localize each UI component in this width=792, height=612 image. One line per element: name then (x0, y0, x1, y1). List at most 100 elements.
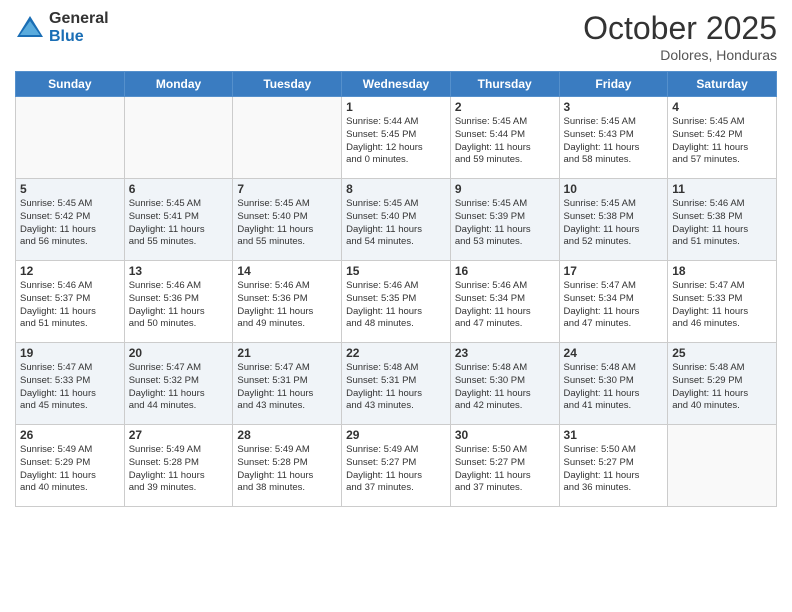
month-title: October 2025 (583, 10, 777, 47)
day-info: Sunrise: 5:46 AMSunset: 5:38 PMDaylight:… (672, 198, 772, 249)
day-number: 18 (672, 264, 772, 278)
title-block: October 2025 Dolores, Honduras (583, 10, 777, 63)
day-info: Sunrise: 5:48 AMSunset: 5:31 PMDaylight:… (346, 362, 446, 413)
day-number: 9 (455, 182, 555, 196)
calendar-day-1: 1 Sunrise: 5:44 AMSunset: 5:45 PMDaylight… (342, 97, 451, 179)
day-info: Sunrise: 5:49 AMSunset: 5:29 PMDaylight:… (20, 444, 120, 495)
calendar-day-29: 29 Sunrise: 5:49 AMSunset: 5:27 PMDayligh… (342, 425, 451, 507)
day-info: Sunrise: 5:49 AMSunset: 5:28 PMDaylight:… (129, 444, 229, 495)
calendar-empty (233, 97, 342, 179)
day-number: 2 (455, 100, 555, 114)
day-number: 23 (455, 346, 555, 360)
calendar-day-20: 20Sunrise: 5:47 AMSunset: 5:32 PMDayligh… (124, 343, 233, 425)
calendar-day-5: 5Sunrise: 5:45 AMSunset: 5:42 PMDaylight… (16, 179, 125, 261)
calendar: SundayMondayTuesdayWednesdayThursdayFrid… (15, 71, 777, 507)
logo-icon (15, 13, 45, 43)
calendar-day-7: 7 Sunrise: 5:45 AMSunset: 5:40 PMDaylight… (233, 179, 342, 261)
day-info: Sunrise: 5:46 AMSunset: 5:36 PMDaylight:… (237, 280, 337, 331)
day-info: Sunrise: 5:47 AMSunset: 5:31 PMDaylight:… (237, 362, 337, 413)
calendar-day-17: 17Sunrise: 5:47 AMSunset: 5:34 PMDayligh… (559, 261, 668, 343)
calendar-week-row: 19Sunrise: 5:47 AMSunset: 5:33 PMDayligh… (16, 343, 777, 425)
calendar-header-thursday: Thursday (450, 72, 559, 97)
day-number: 12 (20, 264, 120, 278)
day-number: 30 (455, 428, 555, 442)
day-info: Sunrise: 5:45 AMSunset: 5:39 PMDaylight:… (455, 198, 555, 249)
calendar-week-row: 5Sunrise: 5:45 AMSunset: 5:42 PMDaylight… (16, 179, 777, 261)
calendar-day-6: 6Sunrise: 5:45 AMSunset: 5:41 PMDaylight… (124, 179, 233, 261)
calendar-day-11: 11 Sunrise: 5:46 AMSunset: 5:38 PMDayligh… (668, 179, 777, 261)
day-number: 15 (346, 264, 446, 278)
calendar-day-16: 16 Sunrise: 5:46 AMSunset: 5:34 PMDayligh… (450, 261, 559, 343)
calendar-day-25: 25Sunrise: 5:48 AMSunset: 5:29 PMDayligh… (668, 343, 777, 425)
day-info: Sunrise: 5:48 AMSunset: 5:30 PMDaylight:… (455, 362, 555, 413)
calendar-header-monday: Monday (124, 72, 233, 97)
calendar-day-14: 14 Sunrise: 5:46 AMSunset: 5:36 PMDayligh… (233, 261, 342, 343)
calendar-day-23: 23 Sunrise: 5:48 AMSunset: 5:30 PMDayligh… (450, 343, 559, 425)
page: General Blue October 2025 Dolores, Hondu… (0, 0, 792, 612)
day-number: 13 (129, 264, 229, 278)
day-number: 17 (564, 264, 664, 278)
day-info: Sunrise: 5:49 AMSunset: 5:27 PMDaylight:… (346, 444, 446, 495)
day-info: Sunrise: 5:50 AMSunset: 5:27 PMDaylight:… (564, 444, 664, 495)
day-info: Sunrise: 5:45 AMSunset: 5:44 PMDaylight:… (455, 116, 555, 167)
day-number: 31 (564, 428, 664, 442)
calendar-day-9: 9 Sunrise: 5:45 AMSunset: 5:39 PMDaylight… (450, 179, 559, 261)
day-info: Sunrise: 5:50 AMSunset: 5:27 PMDaylight:… (455, 444, 555, 495)
logo-text: General Blue (49, 10, 109, 45)
calendar-day-8: 8Sunrise: 5:45 AMSunset: 5:40 PMDaylight… (342, 179, 451, 261)
calendar-day-26: 26 Sunrise: 5:49 AMSunset: 5:29 PMDayligh… (16, 425, 125, 507)
calendar-empty (16, 97, 125, 179)
day-info: Sunrise: 5:46 AMSunset: 5:35 PMDaylight:… (346, 280, 446, 331)
calendar-header-wednesday: Wednesday (342, 72, 451, 97)
logo: General Blue (15, 10, 109, 45)
day-number: 28 (237, 428, 337, 442)
day-info: Sunrise: 5:45 AMSunset: 5:42 PMDaylight:… (672, 116, 772, 167)
day-number: 10 (564, 182, 664, 196)
day-number: 11 (672, 182, 772, 196)
calendar-day-31: 31 Sunrise: 5:50 AMSunset: 5:27 PMDayligh… (559, 425, 668, 507)
day-number: 24 (564, 346, 664, 360)
calendar-day-22: 22 Sunrise: 5:48 AMSunset: 5:31 PMDayligh… (342, 343, 451, 425)
day-info: Sunrise: 5:45 AMSunset: 5:38 PMDaylight:… (564, 198, 664, 249)
day-number: 21 (237, 346, 337, 360)
day-info: Sunrise: 5:44 AMSunset: 5:45 PMDaylight:… (346, 116, 446, 167)
calendar-day-18: 18Sunrise: 5:47 AMSunset: 5:33 PMDayligh… (668, 261, 777, 343)
day-info: Sunrise: 5:46 AMSunset: 5:37 PMDaylight:… (20, 280, 120, 331)
calendar-day-24: 24Sunrise: 5:48 AMSunset: 5:30 PMDayligh… (559, 343, 668, 425)
calendar-header-sunday: Sunday (16, 72, 125, 97)
calendar-day-19: 19Sunrise: 5:47 AMSunset: 5:33 PMDayligh… (16, 343, 125, 425)
day-info: Sunrise: 5:45 AMSunset: 5:43 PMDaylight:… (564, 116, 664, 167)
day-number: 5 (20, 182, 120, 196)
calendar-day-2: 2 Sunrise: 5:45 AMSunset: 5:44 PMDaylight… (450, 97, 559, 179)
day-number: 14 (237, 264, 337, 278)
day-number: 4 (672, 100, 772, 114)
calendar-week-row: 1 Sunrise: 5:44 AMSunset: 5:45 PMDaylight… (16, 97, 777, 179)
day-number: 1 (346, 100, 446, 114)
day-number: 7 (237, 182, 337, 196)
calendar-header-tuesday: Tuesday (233, 72, 342, 97)
calendar-day-10: 10 Sunrise: 5:45 AMSunset: 5:38 PMDayligh… (559, 179, 668, 261)
calendar-day-30: 30 Sunrise: 5:50 AMSunset: 5:27 PMDayligh… (450, 425, 559, 507)
calendar-day-21: 21 Sunrise: 5:47 AMSunset: 5:31 PMDayligh… (233, 343, 342, 425)
calendar-week-row: 12 Sunrise: 5:46 AMSunset: 5:37 PMDayligh… (16, 261, 777, 343)
calendar-header-friday: Friday (559, 72, 668, 97)
day-info: Sunrise: 5:46 AMSunset: 5:36 PMDaylight:… (129, 280, 229, 331)
day-number: 29 (346, 428, 446, 442)
day-number: 22 (346, 346, 446, 360)
calendar-week-row: 26 Sunrise: 5:49 AMSunset: 5:29 PMDayligh… (16, 425, 777, 507)
day-info: Sunrise: 5:45 AMSunset: 5:40 PMDaylight:… (237, 198, 337, 249)
day-number: 16 (455, 264, 555, 278)
day-info: Sunrise: 5:46 AMSunset: 5:34 PMDaylight:… (455, 280, 555, 331)
calendar-empty (668, 425, 777, 507)
day-number: 25 (672, 346, 772, 360)
logo-blue: Blue (49, 28, 109, 46)
day-number: 26 (20, 428, 120, 442)
calendar-day-28: 28Sunrise: 5:49 AMSunset: 5:28 PMDayligh… (233, 425, 342, 507)
calendar-day-4: 4 Sunrise: 5:45 AMSunset: 5:42 PMDaylight… (668, 97, 777, 179)
calendar-header-row: SundayMondayTuesdayWednesdayThursdayFrid… (16, 72, 777, 97)
calendar-empty (124, 97, 233, 179)
day-info: Sunrise: 5:45 AMSunset: 5:40 PMDaylight:… (346, 198, 446, 249)
calendar-day-12: 12 Sunrise: 5:46 AMSunset: 5:37 PMDayligh… (16, 261, 125, 343)
header: General Blue October 2025 Dolores, Hondu… (15, 10, 777, 63)
logo-general: General (49, 10, 109, 28)
